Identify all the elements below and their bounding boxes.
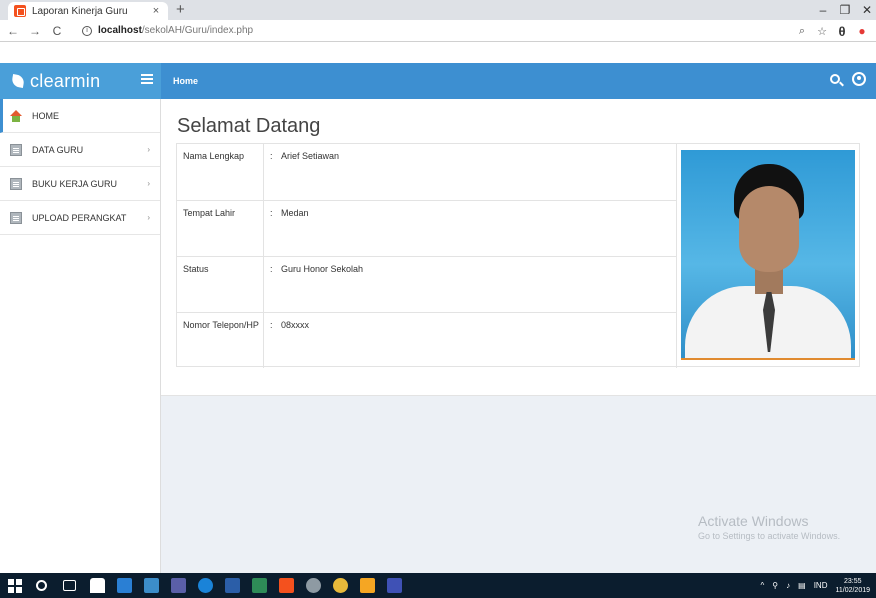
chrome-icon[interactable] [333, 578, 348, 593]
clock-date: 11/02/2019 [835, 586, 870, 594]
address-bar: ← → C i localhost/sekolAH/Guru/index.php… [0, 20, 876, 42]
content-background [161, 396, 876, 573]
volume-icon[interactable]: ♪ [786, 581, 790, 590]
document-icon [10, 143, 22, 156]
field-separator: : [263, 200, 279, 257]
bookmark-star-icon[interactable]: ☆ [812, 25, 832, 38]
network-icon[interactable]: ⚲ [772, 581, 778, 590]
tray-arrow-icon[interactable]: ^ [761, 581, 765, 590]
back-button[interactable]: ← [4, 24, 22, 38]
home-icon [10, 109, 22, 122]
field-separator: : [263, 144, 279, 201]
page-breadcrumb: Home [173, 76, 199, 86]
chevron-right-icon: › [147, 145, 150, 154]
notification-icon[interactable]: ▤ [798, 581, 806, 590]
extension-icon[interactable]: ● [852, 24, 872, 38]
address-actions: ⌕ ☆ θ ● [792, 20, 872, 42]
sidebar-item-label: HOME [32, 110, 59, 121]
watermark-title: Activate Windows [698, 513, 809, 529]
store-icon[interactable] [90, 578, 105, 593]
xampp-favicon-icon [14, 5, 26, 17]
brand-bar: clearmin [0, 63, 161, 99]
profile-icon[interactable]: θ [832, 24, 852, 39]
url-path: /sekolAH/Guru/index.php [141, 25, 254, 36]
field-value: Medan [279, 200, 677, 257]
task-view-icon[interactable] [63, 580, 76, 591]
user-icon[interactable] [852, 72, 866, 86]
activation-watermark: Activate Windows Go to Settings to activ… [698, 513, 840, 541]
menu-toggle-icon[interactable] [141, 74, 153, 84]
windows-start-icon[interactable] [8, 578, 22, 593]
sidebar: HOME DATA GURU › BUKU KERJA GURU › UPLOA… [0, 99, 161, 573]
table-row: Tempat Lahir : Medan [177, 200, 677, 257]
edge-icon[interactable] [198, 578, 213, 593]
field-label: Nama Lengkap [177, 144, 264, 201]
language-indicator[interactable]: IND [814, 581, 828, 590]
sublime-icon[interactable] [360, 578, 375, 593]
page-title: Selamat Datang [177, 115, 321, 137]
table-row: Status : Guru Honor Sekolah [177, 256, 677, 313]
chevron-right-icon: › [147, 179, 150, 188]
profile-table: Nama Lengkap : Arief Setiawan Tempat Lah… [177, 144, 677, 368]
document-icon [10, 177, 22, 190]
system-tray: ^ ⚲ ♪ ▤ IND 23:55 11/02/2019 [753, 573, 870, 598]
clock-time: 23:55 [843, 577, 862, 585]
zoom-icon[interactable]: ⌕ [792, 25, 812, 38]
file-explorer-icon[interactable] [144, 578, 159, 593]
tab-close-icon[interactable]: × [150, 5, 162, 17]
chevron-right-icon: › [147, 213, 150, 222]
sidebar-item-label: DATA GURU [32, 144, 84, 155]
xampp-icon[interactable] [279, 578, 294, 593]
sidebar-item-home[interactable]: HOME [0, 99, 160, 133]
leaf-logo-icon [11, 74, 25, 88]
close-window-button[interactable]: ✕ [852, 0, 876, 20]
sidebar-item-label: BUKU KERJA GURU [32, 178, 118, 189]
sidebar-item-label: UPLOAD PERANGKAT [32, 212, 127, 223]
search-icon[interactable] [830, 74, 840, 84]
adobe-icon[interactable] [171, 578, 186, 593]
search-icon[interactable] [36, 580, 47, 591]
field-separator: : [269, 319, 273, 330]
field-label: Nomor Telepon/HP [177, 312, 264, 368]
table-row: Nomor Telepon/HP : 08xxxx [177, 312, 677, 368]
vscode-icon[interactable] [387, 578, 402, 593]
browser-tab[interactable]: Laporan Kinerja Guru × [8, 2, 168, 20]
reload-button[interactable]: C [48, 24, 66, 38]
field-label: Status [177, 256, 264, 313]
main-content: Selamat Datang Nama Lengkap : Arief Seti… [161, 99, 876, 396]
app-icon[interactable] [117, 578, 132, 593]
field-value: Guru Honor Sekolah [279, 256, 677, 313]
tool-icon[interactable] [306, 578, 321, 593]
word-icon[interactable] [225, 578, 240, 593]
browser-tab-strip: Laporan Kinerja Guru × + – ❐ ✕ [0, 0, 876, 20]
excel-icon[interactable] [252, 578, 267, 593]
document-icon [10, 211, 22, 224]
url-host: localhost [98, 25, 142, 36]
url-field[interactable]: localhost/sekolAH/Guru/index.php [98, 25, 253, 36]
field-separator: : [263, 256, 279, 313]
tab-title: Laporan Kinerja Guru [32, 5, 128, 17]
table-row: Nama Lengkap : Arief Setiawan [177, 144, 677, 201]
field-label: Tempat Lahir [177, 200, 264, 257]
new-tab-button[interactable]: + [176, 1, 185, 19]
profile-card: Nama Lengkap : Arief Setiawan Tempat Lah… [176, 143, 860, 368]
clock[interactable]: 23:55 11/02/2019 [835, 577, 870, 595]
forward-button[interactable]: → [26, 24, 44, 38]
field-value: Arief Setiawan [279, 144, 677, 201]
top-header: Home [161, 63, 876, 99]
watermark-subtitle: Go to Settings to activate Windows. [698, 531, 841, 541]
brand-name[interactable]: clearmin [30, 71, 100, 92]
sidebar-item-data-guru[interactable]: DATA GURU › [0, 133, 160, 167]
site-info-icon[interactable]: i [82, 25, 92, 36]
profile-photo [681, 150, 855, 360]
sidebar-item-upload-perangkat[interactable]: UPLOAD PERANGKAT › [0, 201, 160, 235]
field-value: 08xxxx [279, 312, 677, 368]
windows-taskbar: ^ ⚲ ♪ ▤ IND 23:55 11/02/2019 [0, 573, 876, 598]
sidebar-item-buku-kerja-guru[interactable]: BUKU KERJA GURU › [0, 167, 160, 201]
